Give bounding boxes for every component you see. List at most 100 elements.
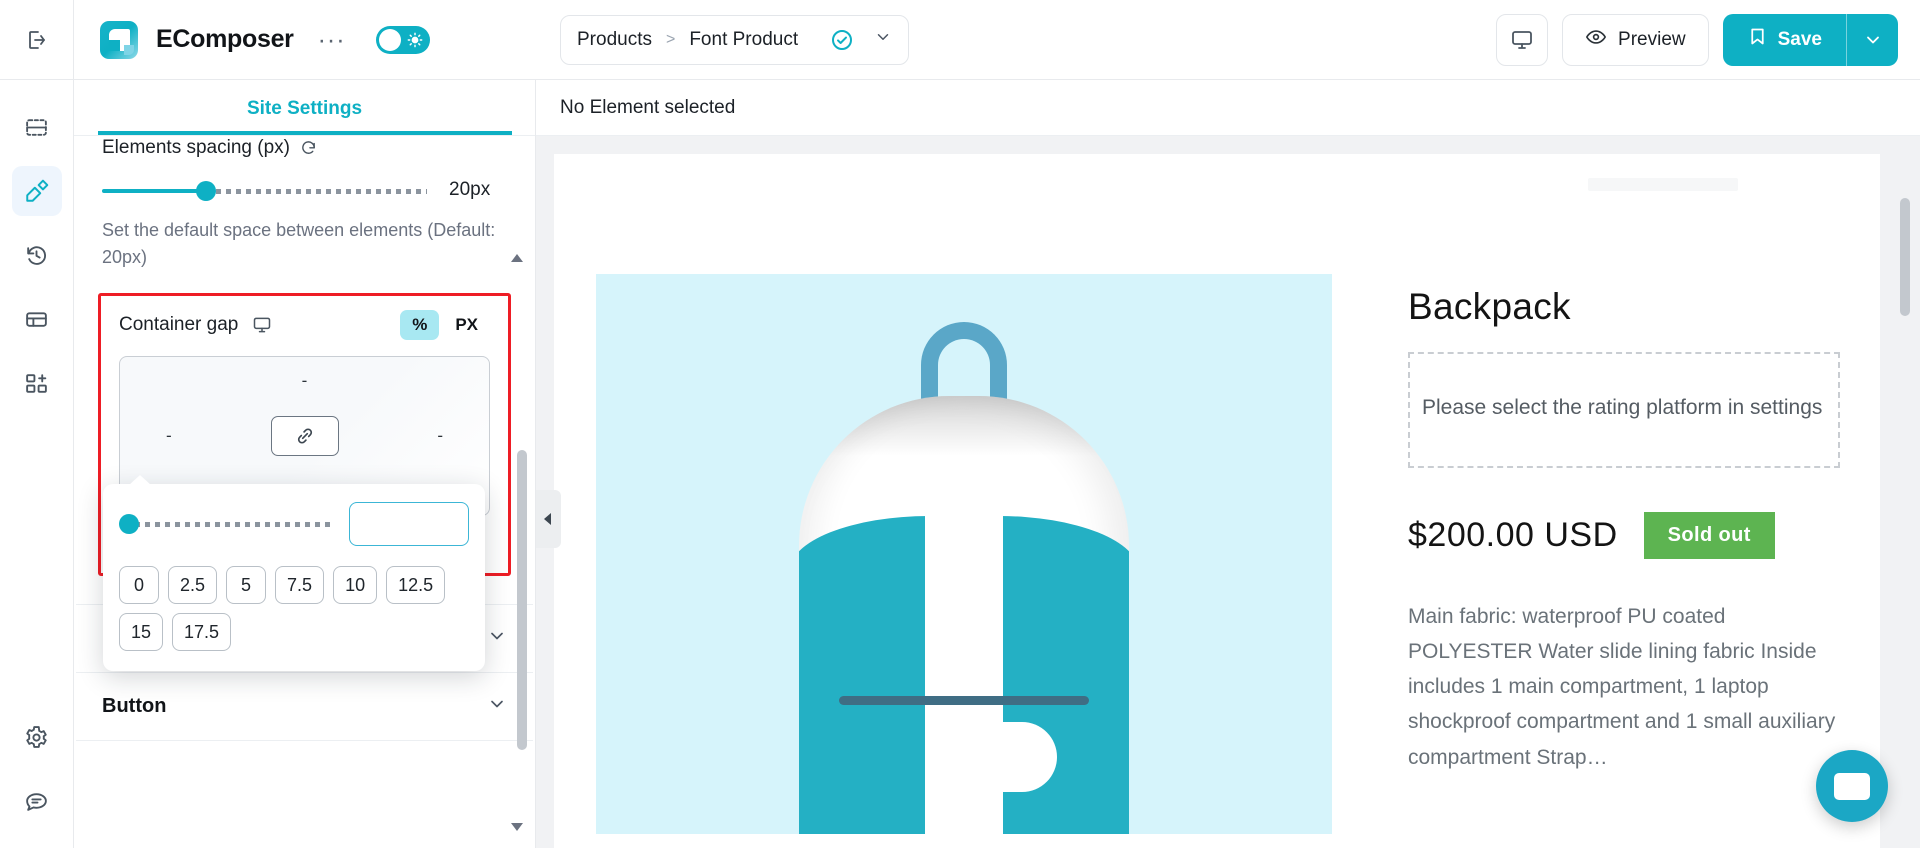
breadcrumb-separator: > [665,30,676,48]
product-section: Backpack Please select the rating platfo… [596,274,1840,834]
gap-preset-5[interactable]: 5 [226,566,267,604]
gap-value-popover: 0 2.5 5 7.5 10 12.5 15 17.5 [103,475,485,671]
ecomposer-logo-icon [100,20,138,59]
product-image[interactable] [596,274,1332,834]
save-label: Save [1777,28,1822,50]
save-button-group: Save [1722,13,1898,66]
apps-add-icon[interactable] [12,358,62,408]
more-horizontal-icon[interactable]: ··· [312,27,352,52]
container-gap-header: Container gap % PX [119,310,490,340]
chat-support-button[interactable] [1816,750,1888,822]
main-body: Site Settings Elements spacing (px) 20px… [0,80,1920,848]
elements-spacing-label: Elements spacing (px) [102,137,290,158]
product-title[interactable]: Backpack [1408,286,1840,328]
sections-icon[interactable] [12,102,62,152]
panel-tabs: Site Settings [74,80,535,136]
top-toolbar: EComposer ··· Products > Font Product Pr… [0,0,1920,80]
backpack-stripe [925,516,1057,834]
tab-site-settings[interactable]: Site Settings [97,98,512,135]
chat-bubble-icon[interactable] [12,776,62,826]
save-dropdown-chevron-down-icon[interactable] [1846,13,1898,66]
rating-placeholder-box[interactable]: Please select the rating platform in set… [1408,352,1840,468]
gap-top-value[interactable]: - [302,371,308,391]
gap-left-value[interactable]: - [166,426,172,446]
design-brush-icon[interactable] [11,166,62,216]
save-button[interactable]: Save [1722,13,1846,66]
price-row: $200.00 USD Sold out [1408,511,1840,559]
breadcrumb-wrap: Products > Font Product [538,14,1496,65]
elements-spacing-section: Elements spacing (px) 20px Set the defau… [76,136,533,271]
gap-right-value[interactable]: - [437,426,443,446]
placeholder-bar [1588,178,1738,191]
gap-popover-slider-row [119,502,469,546]
layout-icon[interactable] [12,294,62,344]
sun-icon [407,32,423,53]
gap-preset-7_5[interactable]: 7.5 [275,566,325,604]
backpack-body [799,396,1129,834]
accordion-button-label: Button [102,695,167,717]
gap-popover-slider[interactable] [119,514,335,534]
reset-icon[interactable] [300,140,317,157]
gap-preset-list: 0 2.5 5 7.5 10 12.5 15 17.5 [119,566,469,651]
canvas-status-bar: No Element selected [536,80,1920,136]
container-gap-section: Container gap % PX - - - 0 2.5 5 7.5 10 … [98,293,511,671]
gap-value-input-wrap [349,502,469,546]
canvas-body: Backpack Please select the rating platfo… [536,136,1920,848]
breadcrumb-parent[interactable]: Products [577,29,652,51]
elements-spacing-slider-row: 20px [102,179,507,201]
brand-zone: EComposer ··· [74,20,538,59]
gap-value-input[interactable] [350,503,468,545]
panel-scrollbar-thumb[interactable] [517,450,527,750]
unit-toggle: % PX [400,310,490,340]
app-root: EComposer ··· Products > Font Product Pr… [0,0,1920,848]
gap-preset-10[interactable]: 10 [333,566,378,604]
link-chain-icon[interactable] [270,416,339,456]
product-info: Backpack Please select the rating platfo… [1408,274,1840,834]
settings-gear-icon[interactable] [12,712,62,762]
product-description[interactable]: Main fabric: waterproof PU coated POLYES… [1408,599,1840,775]
eye-icon [1585,26,1607,54]
canvas-scrollbar-thumb[interactable] [1900,198,1910,316]
preview-button[interactable]: Preview [1562,13,1709,66]
site-settings-panel: Site Settings Elements spacing (px) 20px… [74,80,536,848]
preview-page: Backpack Please select the rating platfo… [554,154,1880,848]
backpack-zipper [839,696,1089,705]
gap-preset-12_5[interactable]: 12.5 [386,566,446,604]
chevron-down-icon [487,626,507,651]
unit-px-button[interactable]: PX [443,310,490,340]
gap-preset-15[interactable]: 15 [119,613,164,651]
theme-toggle[interactable] [375,25,430,54]
chevron-down-icon [487,694,507,719]
chevron-left-icon [544,513,551,525]
preview-label: Preview [1618,28,1686,50]
elements-spacing-slider[interactable] [102,181,427,201]
desktop-icon[interactable] [1496,13,1549,66]
unit-percent-button[interactable]: % [400,310,440,340]
container-gap-label: Container gap [119,314,239,335]
accordion-button[interactable]: Button [76,673,533,741]
status-badge: Sold out [1643,511,1775,559]
elements-spacing-header: Elements spacing (px) [102,137,507,159]
elements-spacing-value: 20px [449,179,491,200]
breadcrumb-current: Font Product [689,28,799,50]
scroll-down-arrow-icon[interactable] [511,820,523,834]
scroll-up-arrow-icon[interactable] [511,252,523,266]
preview-page-inner: Backpack Please select the rating platfo… [554,154,1880,848]
desktop-icon[interactable] [252,315,272,335]
panel-scroll-area[interactable]: Elements spacing (px) 20px Set the defau… [74,136,535,848]
left-icon-rail [0,80,74,848]
gap-preset-0[interactable]: 0 [119,566,159,604]
elements-spacing-helper: Set the default space between elements (… [102,220,496,267]
history-icon[interactable] [12,230,62,280]
product-price[interactable]: $200.00 USD [1408,516,1618,555]
gap-preset-2_5[interactable]: 2.5 [168,566,218,604]
rating-placeholder-text: Please select the rating platform in set… [1422,396,1823,419]
exit-to-app-icon[interactable] [0,0,74,80]
chat-bubble-icon [1834,772,1870,800]
no-element-selected-label: No Element selected [560,96,736,118]
breadcrumb[interactable]: Products > Font Product [560,14,910,65]
panel-collapse-handle[interactable] [536,490,561,548]
chevron-down-icon[interactable] [874,28,892,51]
check-circle-icon [830,28,854,52]
gap-preset-17_5[interactable]: 17.5 [172,613,232,651]
